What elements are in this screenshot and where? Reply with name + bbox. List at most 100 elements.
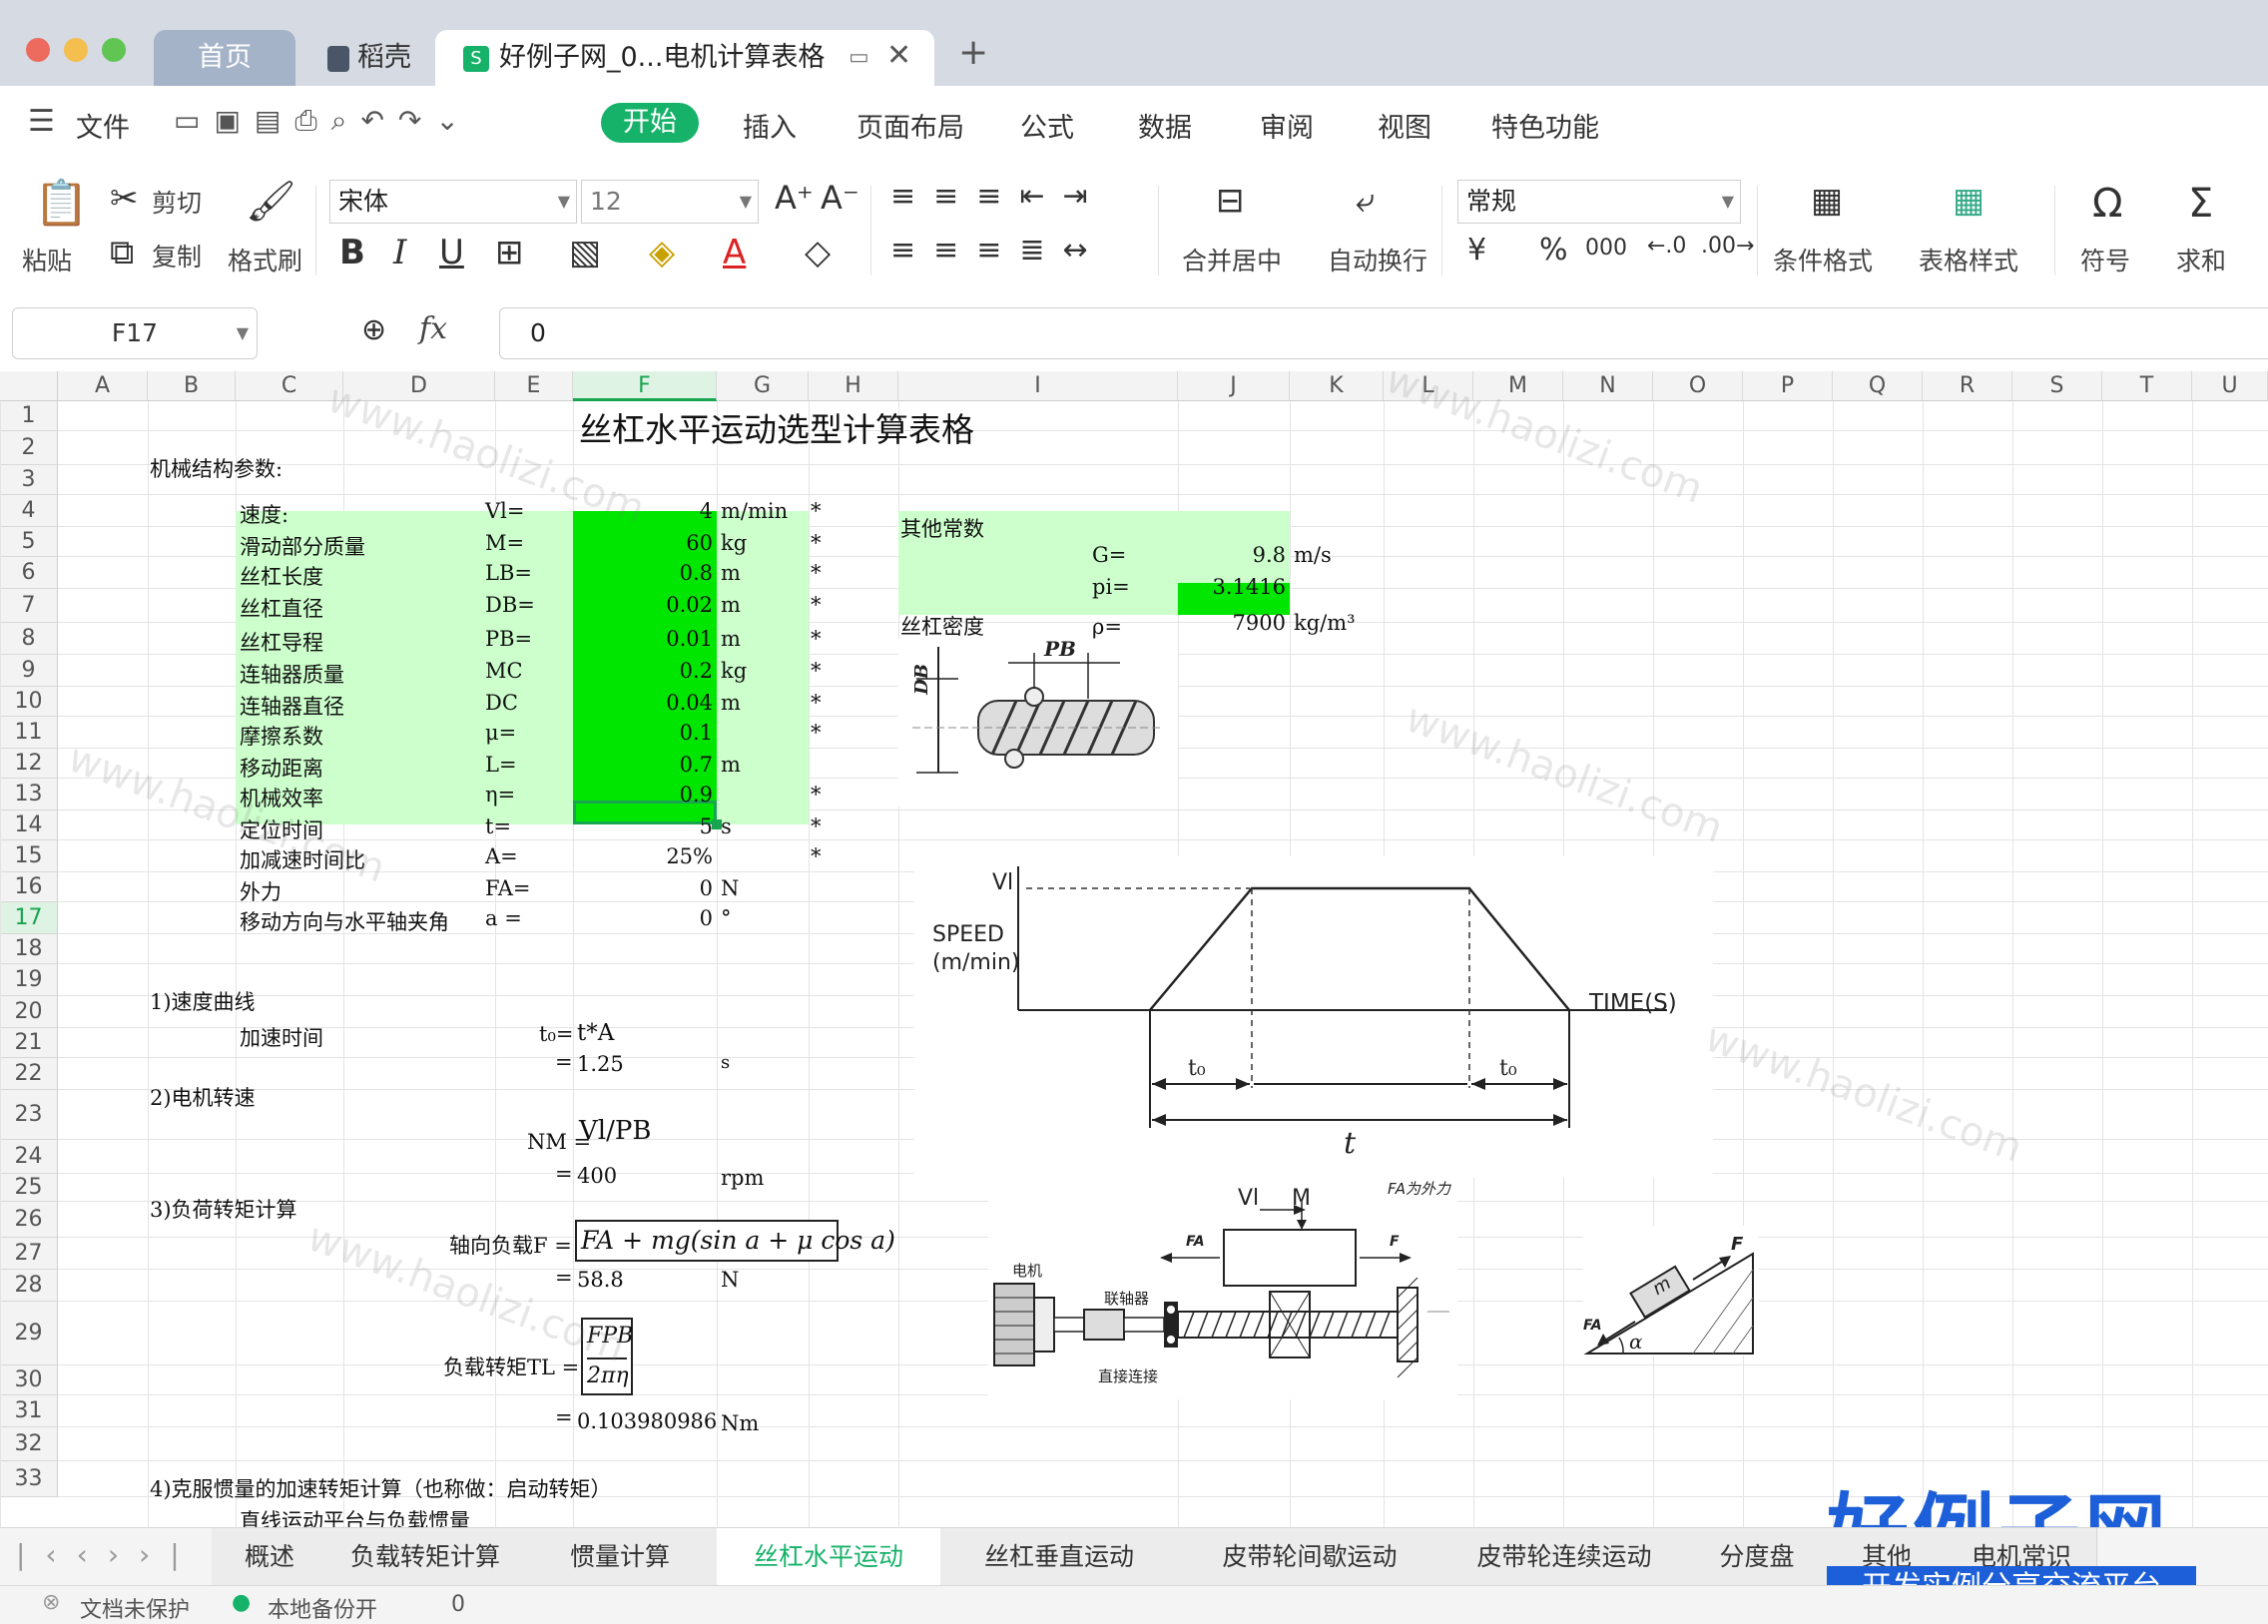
s2-nm-value[interactable]: 400 bbox=[577, 1164, 617, 1188]
row-header-32[interactable]: 32 bbox=[0, 1427, 58, 1461]
param-unit[interactable]: ° bbox=[721, 906, 732, 930]
fill-pattern-icon[interactable]: ▧ bbox=[569, 236, 601, 270]
row-header-18[interactable]: 18 bbox=[0, 934, 58, 964]
param-required-mark[interactable]: * bbox=[811, 691, 822, 715]
conditional-format-button[interactable]: 条件格式 bbox=[1773, 242, 1873, 277]
param-name[interactable]: 丝杠导程 bbox=[240, 627, 323, 657]
select-all-corner[interactable] bbox=[0, 371, 58, 401]
rho-sym[interactable]: ρ= bbox=[1092, 615, 1122, 639]
new-tab-button[interactable]: + bbox=[958, 32, 988, 73]
param-name[interactable]: 丝杠长度 bbox=[240, 561, 323, 591]
row-header-14[interactable]: 14 bbox=[0, 811, 58, 840]
s2-nm-formula[interactable]: Vl/PB bbox=[579, 1116, 651, 1146]
float-window-icon[interactable]: ▭ bbox=[849, 30, 869, 86]
backup-status[interactable]: 本地备份开 bbox=[268, 1592, 377, 1624]
param-unit[interactable]: kg bbox=[721, 531, 747, 555]
cut-icon[interactable]: ✂ bbox=[110, 182, 139, 216]
sheet-tab[interactable]: 负载转矩计算 bbox=[327, 1528, 524, 1586]
s3-axial-unit[interactable]: N bbox=[721, 1268, 739, 1292]
row-header-16[interactable]: 16 bbox=[0, 872, 58, 902]
close-tab-icon[interactable]: ✕ bbox=[886, 28, 911, 84]
param-required-mark[interactable]: * bbox=[811, 499, 822, 523]
column-header-K[interactable]: K bbox=[1290, 371, 1384, 401]
row-header-24[interactable]: 24 bbox=[0, 1140, 58, 1174]
quick-access-icons[interactable]: ▭▣▤⎙⌕↶↷⌄ bbox=[174, 104, 473, 138]
bold-icon[interactable]: B bbox=[339, 236, 365, 270]
section-mech-label[interactable]: 机械结构参数: bbox=[150, 453, 283, 483]
wrap-text-button[interactable]: 自动换行 bbox=[1328, 242, 1427, 277]
row-header-3[interactable]: 3 bbox=[0, 465, 58, 495]
menu-review[interactable]: 审阅 bbox=[1260, 106, 1314, 145]
param-symbol[interactable]: t= bbox=[485, 814, 511, 838]
row-header-19[interactable]: 19 bbox=[0, 964, 58, 996]
param-symbol[interactable]: DC bbox=[485, 691, 518, 715]
row-header-29[interactable]: 29 bbox=[0, 1302, 58, 1365]
row-header-15[interactable]: 15 bbox=[0, 840, 58, 872]
format-painter-icon[interactable]: 🖌 bbox=[246, 182, 296, 222]
cut-button[interactable]: 剪切 bbox=[152, 184, 202, 220]
doc-protect-status[interactable]: 文档未保护 bbox=[80, 1592, 190, 1624]
param-required-mark[interactable]: * bbox=[811, 627, 822, 651]
fx-icon[interactable]: fx bbox=[419, 311, 447, 346]
align-vertical-icons[interactable]: ≡≡≡⇤⇥ bbox=[890, 182, 1106, 212]
param-unit[interactable]: m bbox=[721, 561, 741, 585]
rho-unit[interactable]: kg/m³ bbox=[1294, 611, 1356, 635]
row-header-31[interactable]: 31 bbox=[0, 1395, 58, 1427]
sheet-tab[interactable]: 分度盘 bbox=[1687, 1528, 1828, 1586]
param-symbol[interactable]: M= bbox=[485, 531, 524, 555]
param-required-mark[interactable]: * bbox=[811, 844, 822, 868]
param-name[interactable]: 速度: bbox=[240, 499, 288, 529]
merge-center-icon[interactable]: ⊟ bbox=[1216, 184, 1245, 218]
menu-formula[interactable]: 公式 bbox=[1020, 106, 1074, 145]
param-symbol[interactable]: μ= bbox=[485, 721, 516, 745]
s3-torque-unit[interactable]: Nm bbox=[721, 1411, 759, 1435]
align-horizontal-icons[interactable]: ≡≡≡≣↔ bbox=[890, 236, 1106, 266]
italic-icon[interactable]: I bbox=[393, 236, 406, 270]
row-header-8[interactable]: 8 bbox=[0, 623, 58, 655]
row-header-4[interactable]: 4 bbox=[0, 495, 58, 527]
row-header-7[interactable]: 7 bbox=[0, 589, 58, 623]
row-header-6[interactable]: 6 bbox=[0, 557, 58, 589]
row-header-23[interactable]: 23 bbox=[0, 1090, 58, 1140]
column-header-C[interactable]: C bbox=[236, 371, 343, 401]
param-value[interactable]: 0 bbox=[575, 906, 713, 930]
const-label[interactable]: 其他常数 bbox=[900, 513, 984, 543]
row-header-1[interactable]: 1 bbox=[0, 401, 58, 431]
param-symbol[interactable]: PB= bbox=[485, 627, 532, 651]
row-header-20[interactable]: 20 bbox=[0, 996, 58, 1028]
s3-axial-formula-box[interactable]: FA + mg(sin a + μ cos a) bbox=[575, 1220, 895, 1262]
param-name[interactable]: 移动距离 bbox=[240, 753, 323, 783]
param-required-mark[interactable]: * bbox=[811, 659, 822, 683]
param-value[interactable]: 25% bbox=[575, 844, 713, 868]
s1-t0-unit[interactable]: s bbox=[721, 1052, 730, 1073]
param-value[interactable]: 60 bbox=[575, 531, 713, 555]
param-value[interactable]: 0.01 bbox=[575, 627, 713, 651]
sheet-nav-arrows[interactable]: |‹‹››| bbox=[16, 1538, 200, 1571]
param-value[interactable]: 5 bbox=[575, 814, 713, 838]
conditional-format-icon[interactable]: ▦ bbox=[1811, 184, 1843, 218]
copy-icon[interactable]: ⧉ bbox=[110, 236, 134, 270]
column-header-P[interactable]: P bbox=[1743, 371, 1833, 401]
table-style-icon[interactable]: ▦ bbox=[1953, 184, 1984, 218]
row-header-30[interactable]: 30 bbox=[0, 1365, 58, 1395]
param-symbol[interactable]: a = bbox=[485, 906, 522, 930]
fill-color-icon[interactable]: ◈ bbox=[649, 236, 675, 270]
param-unit[interactable]: m bbox=[721, 691, 741, 715]
rho-value[interactable]: 7900 bbox=[1178, 611, 1286, 635]
paste-icon[interactable]: 📋 bbox=[34, 182, 89, 226]
s2-eq[interactable]: = bbox=[555, 1162, 573, 1186]
decrease-decimal-icon[interactable]: .00→ bbox=[1701, 236, 1754, 258]
clear-format-icon[interactable]: ◇ bbox=[805, 236, 831, 270]
row-header-2[interactable]: 2 bbox=[0, 431, 58, 465]
tab-active-document[interactable]: S 好例子网_0...电机计算表格 ▭ ✕ bbox=[435, 30, 934, 86]
param-unit[interactable]: m bbox=[721, 593, 741, 617]
rho-label[interactable]: 丝杠密度 bbox=[900, 611, 984, 641]
percent-button[interactable]: % bbox=[1539, 236, 1568, 266]
increase-decimal-icon[interactable]: ←.0 bbox=[1647, 236, 1686, 258]
s4-row33[interactable]: 直线运动平台与负载惯量 bbox=[240, 1505, 470, 1527]
maximize-window-button[interactable] bbox=[102, 38, 126, 62]
param-name[interactable]: 移动方向与水平轴夹角 bbox=[240, 906, 449, 936]
row-header-17[interactable]: 17 bbox=[0, 902, 58, 934]
table-style-button[interactable]: 表格样式 bbox=[1919, 242, 2018, 277]
param-required-mark[interactable]: * bbox=[811, 814, 822, 838]
